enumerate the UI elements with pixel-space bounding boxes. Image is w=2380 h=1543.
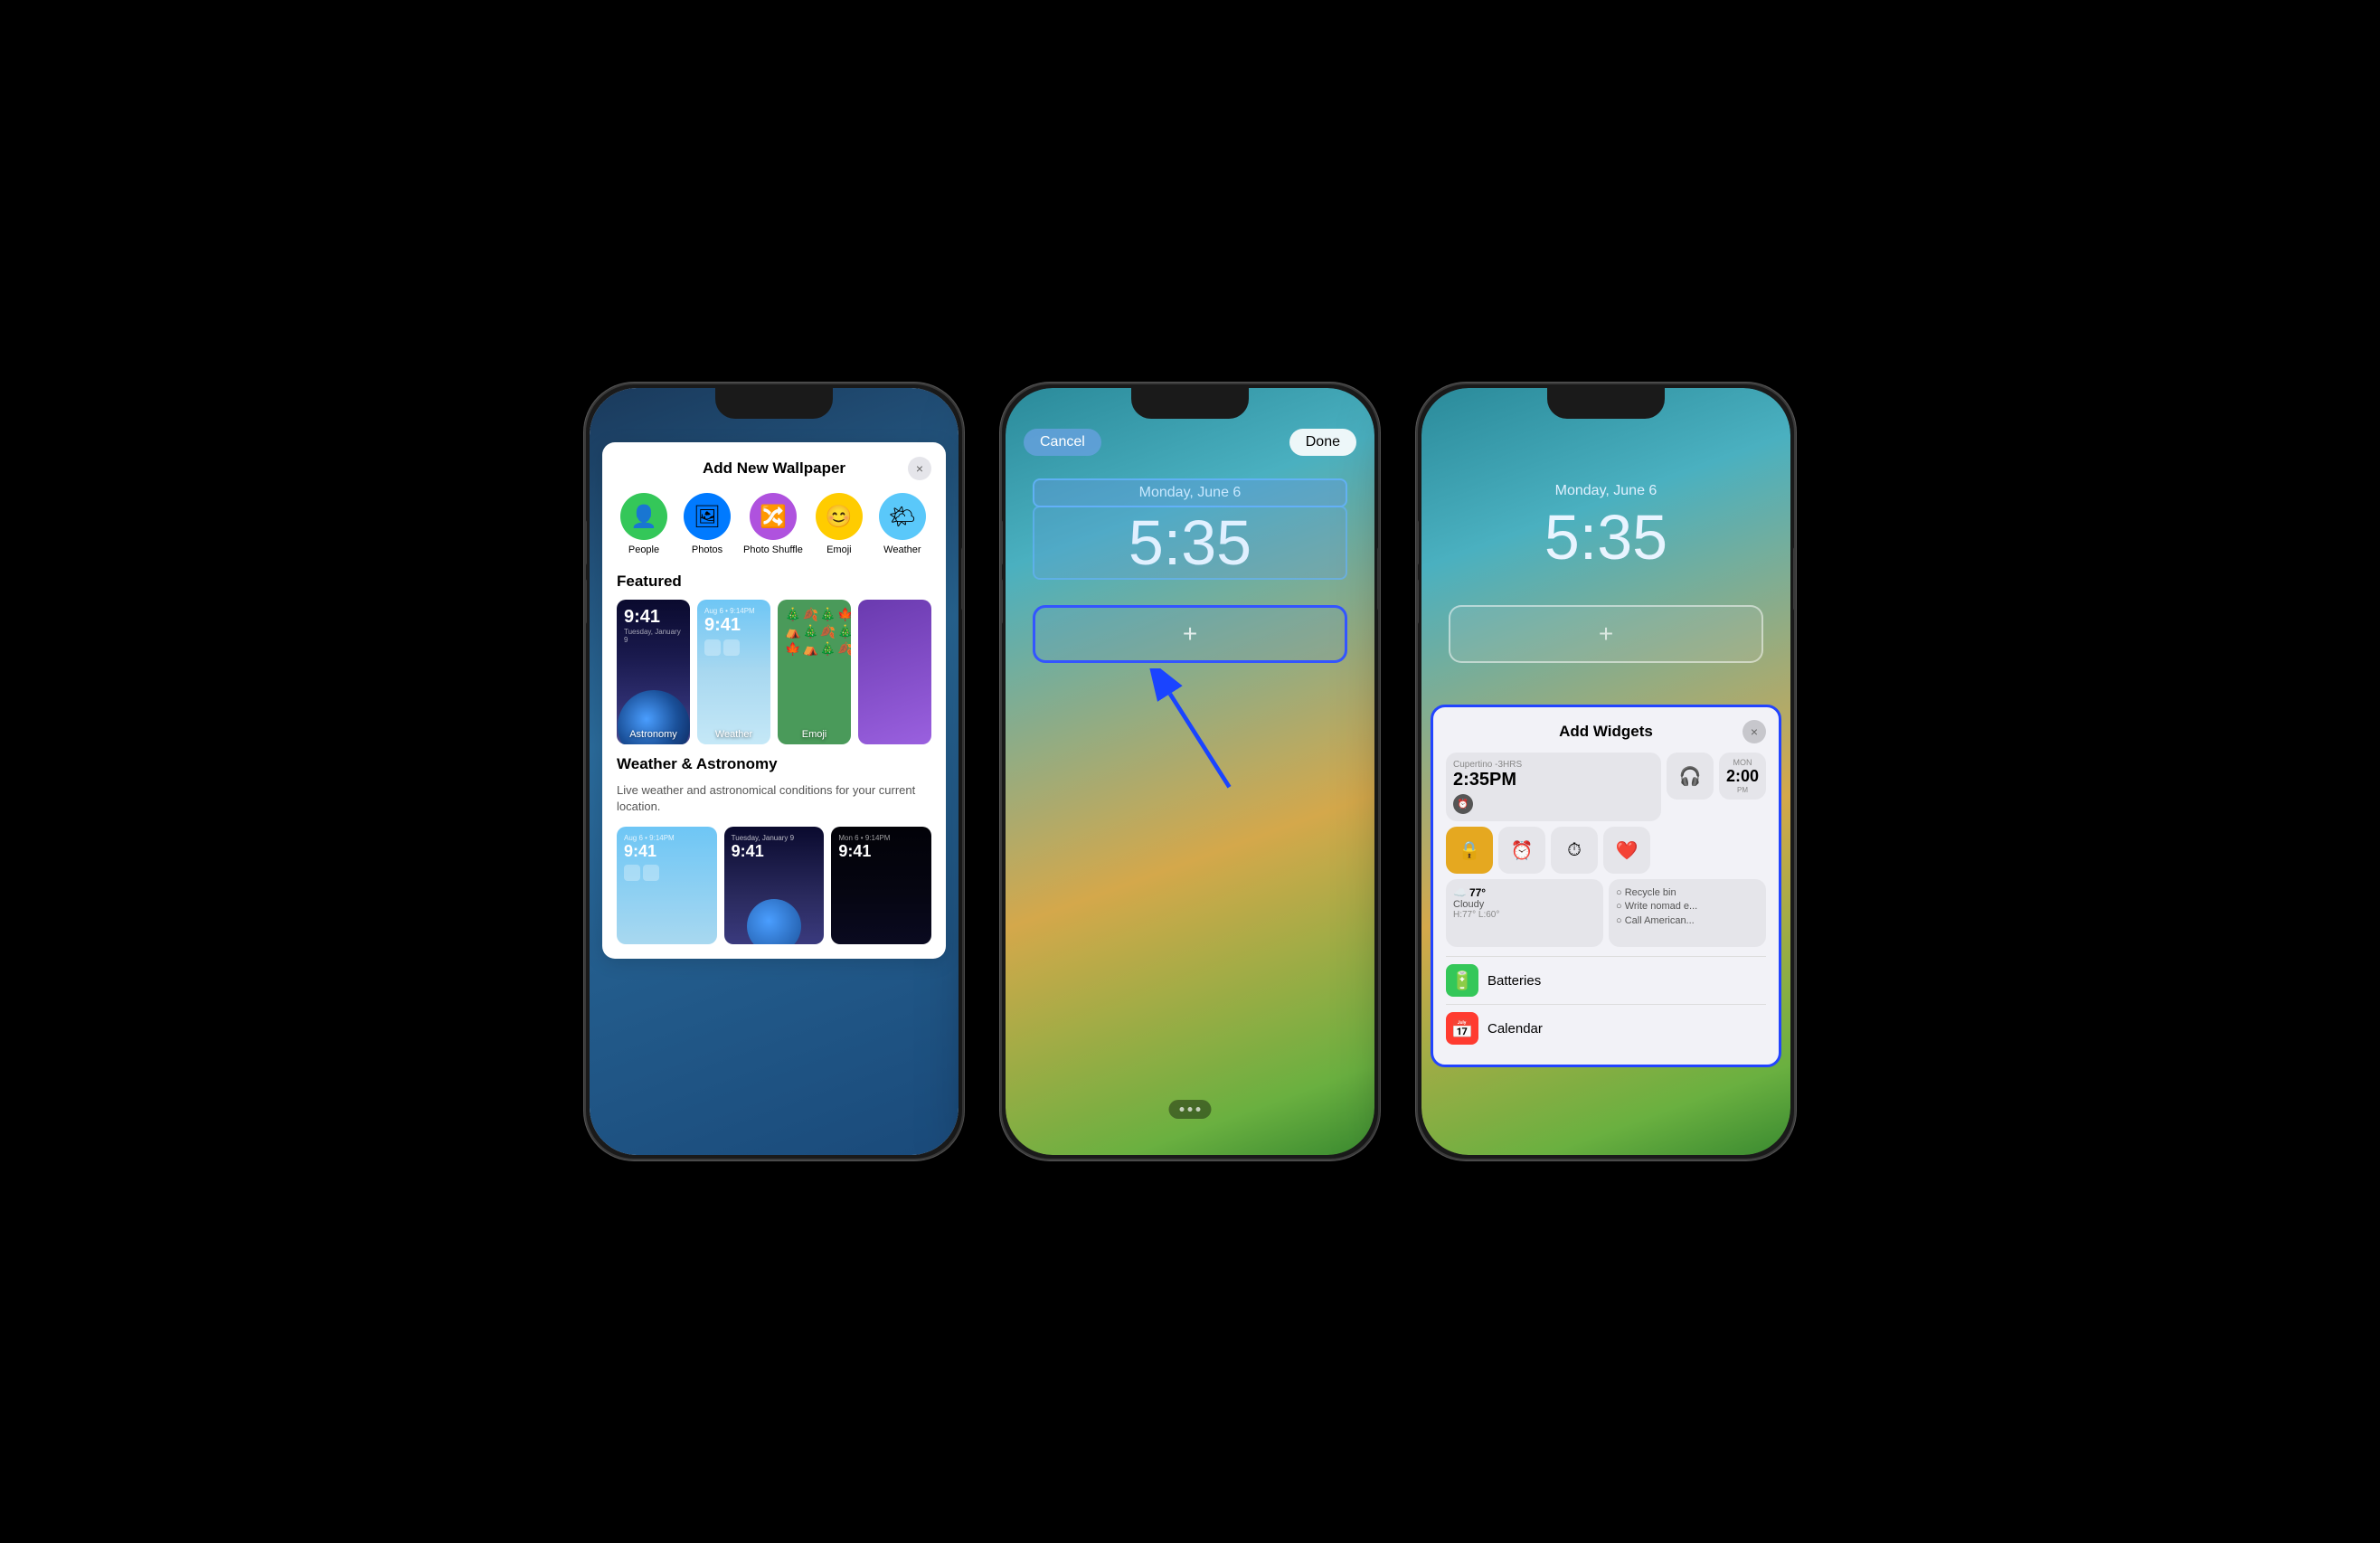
p2-date-bar: Monday, June 6	[1033, 478, 1347, 507]
featured-extra[interactable]	[858, 600, 931, 744]
phone-2: Cancel Done Monday, June 6 5:35 +	[1000, 383, 1380, 1160]
weather-thumbs-grid: Aug 6 • 9:14PM 9:41 Tuesday, January 9	[617, 827, 931, 944]
vol-down-1[interactable]	[584, 579, 587, 624]
type-weather-label: Weather	[883, 544, 921, 556]
p3-widget-plus: +	[1599, 620, 1613, 648]
vol-up-2[interactable]	[1000, 520, 1003, 565]
modal-title: Add New Wallpaper	[703, 459, 845, 478]
photo-shuffle-icon: 🔀	[750, 493, 797, 540]
aw-title: Add Widgets	[1469, 723, 1742, 741]
weather-icon: 🌤	[879, 493, 926, 540]
featured-grid: 9:41 Tuesday, January 9 Astronomy Aug 6 …	[617, 600, 931, 744]
aw-calendar-widget[interactable]: MON 2:00 PM	[1719, 753, 1766, 800]
phone2-screen: Cancel Done Monday, June 6 5:35 +	[1006, 388, 1374, 1155]
weather-astro-desc: Live weather and astronomical conditions…	[617, 782, 931, 815]
aw-batteries-row[interactable]: 🔋 Batteries	[1446, 956, 1766, 1004]
done-button[interactable]: Done	[1289, 429, 1356, 456]
phones-container: Add New Wallpaper × 👤 People 🖼	[530, 328, 1850, 1215]
p2-date: Monday, June 6	[1139, 485, 1242, 500]
featured-astronomy[interactable]: 9:41 Tuesday, January 9 Astronomy	[617, 600, 690, 744]
batteries-app-name: Batteries	[1488, 973, 1541, 989]
phone-1: Add New Wallpaper × 👤 People 🖼	[584, 383, 964, 1160]
p2-time-bar: 5:35	[1033, 506, 1347, 580]
side-button-1[interactable]	[961, 547, 964, 611]
aw-health-widget[interactable]: ❤️	[1603, 827, 1650, 874]
aw-city: Cupertino -3HRS	[1453, 760, 1654, 770]
vol-down-3[interactable]	[1416, 579, 1419, 624]
calendar-app-icon: 📅	[1446, 1012, 1478, 1045]
type-emoji-label: Emoji	[826, 544, 852, 556]
aw-stopwatch-widget[interactable]: ⏱	[1551, 827, 1598, 874]
weather-thumb-2[interactable]: Tuesday, January 9 9:41	[724, 827, 825, 944]
modal-close-button[interactable]: ×	[908, 457, 931, 480]
side-button-3[interactable]	[1793, 547, 1796, 611]
modal-header: Add New Wallpaper ×	[617, 457, 931, 480]
type-photos-label: Photos	[692, 544, 722, 556]
p2-header: Cancel Done	[1006, 429, 1374, 456]
aw-grid-row3: ☁️ 77° Cloudy H:77° L:60° ○ Recycle bin …	[1446, 879, 1766, 947]
aw-reminders-widget[interactable]: ○ Recycle bin ○ Write nomad e... ○ Call …	[1609, 879, 1766, 947]
p3-date: Monday, June 6	[1421, 483, 1790, 499]
featured-title: Featured	[617, 573, 931, 591]
calendar-app-name: Calendar	[1488, 1021, 1543, 1037]
wallpaper-types: 👤 People 🖼 Photos 🔀 Photo Shuffle �	[617, 493, 931, 556]
phone1-screen: Add New Wallpaper × 👤 People 🖼	[590, 388, 959, 1155]
p2-dot-2	[1188, 1107, 1193, 1112]
type-photo-shuffle[interactable]: 🔀 Photo Shuffle	[743, 493, 803, 556]
aw-weather-detail: H:77° L:60°	[1453, 910, 1596, 920]
featured-emoji[interactable]: 🎄 🍂 🎄 🍁 ⛺ 🎄 🍂 🎄 🍁 ⛺ 🎄	[778, 600, 851, 744]
batteries-app-icon: 🔋	[1446, 964, 1478, 997]
photos-icon: 🖼	[684, 493, 731, 540]
emoji-icon: 😊	[816, 493, 863, 540]
aw-time-big: 2:35PM	[1453, 770, 1654, 790]
p2-dots	[1169, 1100, 1212, 1119]
vol-up-3[interactable]	[1416, 520, 1419, 565]
phone-3: Monday, June 6 5:35 + Add Widgets ×	[1416, 383, 1796, 1160]
aw-weather-widget[interactable]: ☁️ 77° Cloudy H:77° L:60°	[1446, 879, 1603, 947]
type-photo-shuffle-label: Photo Shuffle	[743, 544, 803, 556]
add-wallpaper-modal: Add New Wallpaper × 👤 People 🖼	[602, 442, 946, 959]
weather-thumb-label: Weather	[697, 729, 770, 740]
type-photos[interactable]: 🖼 Photos	[680, 493, 734, 556]
astronomy-label: Astronomy	[617, 729, 690, 740]
notch-1	[715, 388, 833, 419]
p2-dot-1	[1180, 1107, 1185, 1112]
add-widgets-panel: Add Widgets × Cupertino -3HRS 2:35PM ⏰	[1431, 705, 1781, 1067]
aw-grid-row1: Cupertino -3HRS 2:35PM ⏰ 🎧 MON 2:00 PM	[1446, 753, 1766, 821]
p2-widget-area[interactable]: +	[1033, 605, 1347, 663]
vol-up-1[interactable]	[584, 520, 587, 565]
aw-large-widget[interactable]: Cupertino -3HRS 2:35PM ⏰	[1446, 753, 1661, 821]
weather-thumb-1[interactable]: Aug 6 • 9:14PM 9:41	[617, 827, 717, 944]
aw-header: Add Widgets ×	[1446, 720, 1766, 743]
people-icon: 👤	[620, 493, 667, 540]
emoji-thumb-label: Emoji	[778, 729, 851, 740]
p2-arrow	[1141, 668, 1250, 809]
side-button-2[interactable]	[1377, 547, 1380, 611]
featured-weather[interactable]: Aug 6 • 9:14PM 9:41 Weather	[697, 600, 770, 744]
aw-close-button[interactable]: ×	[1742, 720, 1766, 743]
p2-dot-3	[1196, 1107, 1201, 1112]
p2-time: 5:35	[1038, 511, 1342, 574]
p3-time: 5:35	[1421, 501, 1790, 573]
cancel-button[interactable]: Cancel	[1024, 429, 1101, 456]
aw-grid-row2: 🔒 ⏰ ⏱ ❤️	[1446, 827, 1766, 874]
aw-timer-widget[interactable]: ⏰	[1498, 827, 1545, 874]
p2-widget-plus: +	[1183, 620, 1197, 648]
type-people-label: People	[628, 544, 659, 556]
type-emoji[interactable]: 😊 Emoji	[812, 493, 866, 556]
type-people[interactable]: 👤 People	[617, 493, 671, 556]
aw-calendar-row[interactable]: 📅 Calendar	[1446, 1004, 1766, 1052]
weather-astro-title: Weather & Astronomy	[617, 755, 931, 773]
notch-3	[1547, 388, 1665, 419]
vol-down-2[interactable]	[1000, 579, 1003, 624]
weather-thumb-3[interactable]: Mon 6 • 9:14PM 9:41	[831, 827, 931, 944]
p3-widget-area[interactable]: +	[1449, 605, 1763, 663]
aw-airpods-widget[interactable]: 🎧	[1667, 753, 1714, 800]
phone3-screen: Monday, June 6 5:35 + Add Widgets ×	[1421, 388, 1790, 1155]
notch-2	[1131, 388, 1249, 419]
clock-icon: ⏰	[1453, 794, 1473, 814]
type-weather[interactable]: 🌤 Weather	[875, 493, 930, 556]
aw-lock-widget[interactable]: 🔒	[1446, 827, 1493, 874]
